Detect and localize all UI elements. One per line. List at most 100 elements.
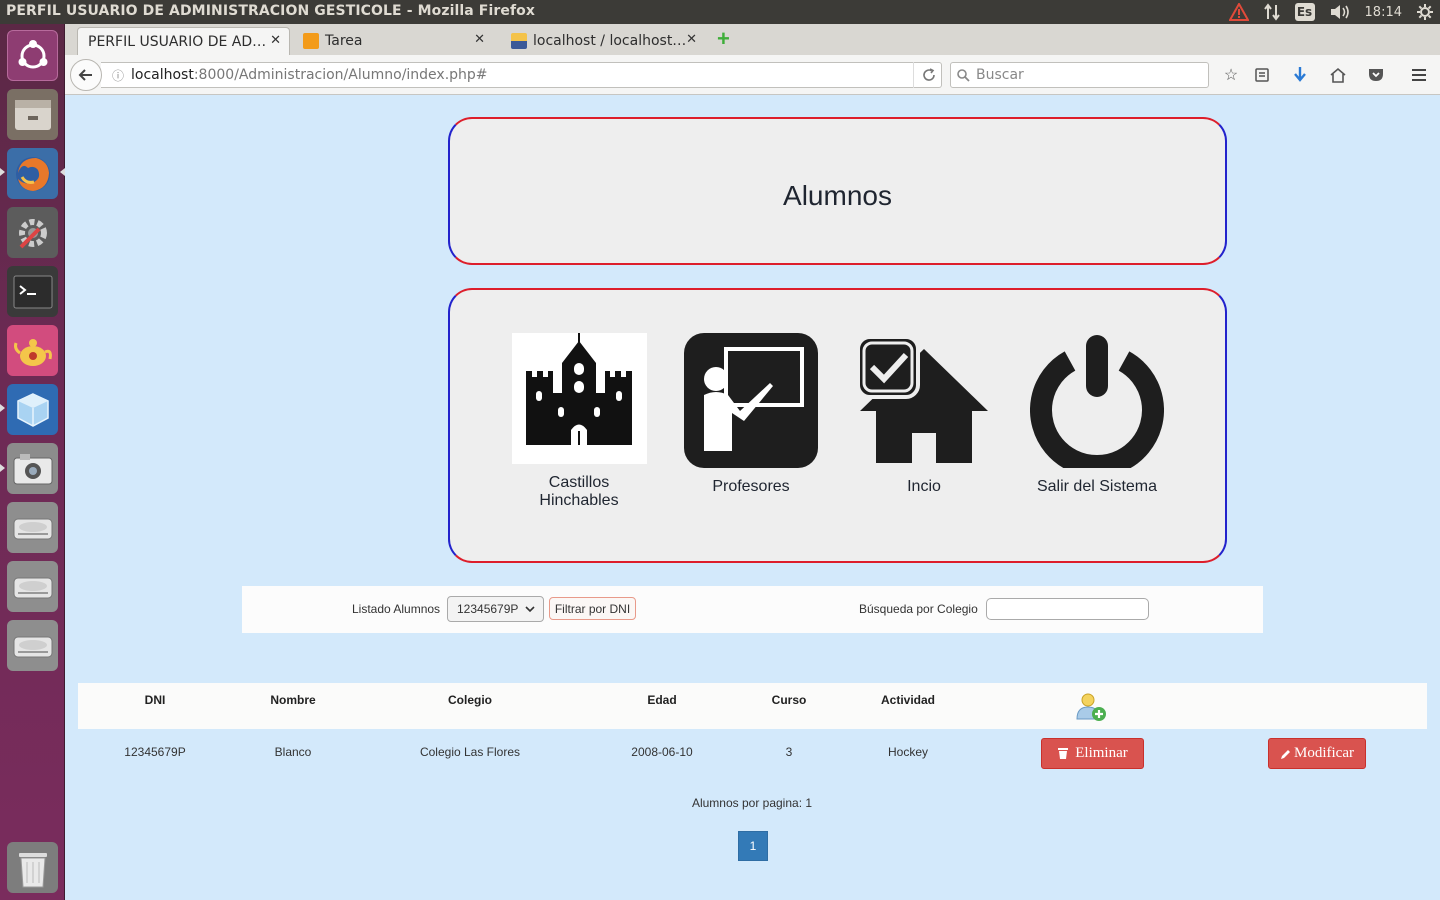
menu-item-label: Salir del Sistema: [1036, 478, 1158, 495]
main-menu-card: Castillos Hinchables Profesores Incio Sa…: [448, 288, 1227, 563]
search-icon: [957, 68, 970, 82]
focus-indicator: [60, 168, 65, 176]
column-header: Edad: [647, 693, 677, 707]
modify-button-label: Modificar: [1294, 745, 1354, 761]
running-indicator: [0, 464, 5, 472]
menu-item-label-line1: Castillos: [548, 474, 610, 491]
url-bar[interactable]: ⓘ localhost:8000/Administracion/Alumno/i…: [101, 62, 942, 88]
trash-icon[interactable]: [7, 842, 58, 893]
network-icon[interactable]: [1263, 0, 1281, 24]
keyboard-layout-indicator[interactable]: Es: [1294, 3, 1315, 21]
drive-icon[interactable]: [7, 620, 58, 671]
warning-icon[interactable]: [1228, 0, 1249, 24]
cell-curso: 3: [785, 745, 793, 759]
home-icon[interactable]: [1326, 63, 1350, 87]
menu-item-salir[interactable]: Salir del Sistema: [1017, 333, 1177, 496]
filter-bar: Listado Alumnos 12345679P Filtrar por DN…: [242, 586, 1263, 633]
castle-icon: [511, 333, 647, 464]
pencil-icon: [1281, 749, 1290, 759]
window-title: PERFIL USUARIO DE ADMINISTRACION GESTICO…: [6, 3, 535, 19]
menu-item-label: Profesores: [712, 478, 790, 495]
drive-icon[interactable]: [7, 561, 58, 612]
moodle-favicon-icon: [303, 33, 319, 49]
search-colegio-label: Búsqueda por Colegio: [859, 602, 978, 616]
bookmarks-list-icon[interactable]: [1250, 63, 1274, 87]
volume-icon[interactable]: [1329, 0, 1351, 24]
ubuntu-dash-icon[interactable]: [7, 30, 58, 81]
system-settings-icon[interactable]: [7, 207, 58, 258]
column-header: Curso: [771, 693, 807, 707]
menu-item-inicio[interactable]: Incio: [844, 333, 1004, 496]
back-button[interactable]: [70, 59, 102, 91]
per-page-label: Alumnos por pagina: 1: [691, 796, 813, 810]
terminal-icon[interactable]: [7, 266, 58, 317]
site-info-icon[interactable]: ⓘ: [105, 67, 131, 84]
top-panel: PERFIL USUARIO DE ADMINISTRACION GESTICO…: [0, 0, 1440, 24]
dni-select[interactable]: 12345679P: [447, 596, 544, 622]
power-icon: [1030, 335, 1164, 468]
screenshot-camera-icon[interactable]: [7, 443, 58, 494]
search-bar[interactable]: Buscar: [950, 62, 1209, 88]
cell-dni: 12345679P: [124, 745, 186, 759]
running-indicator: [0, 168, 5, 176]
tab-label: localhost / localhost…: [533, 33, 687, 49]
drive-icon[interactable]: [7, 502, 58, 553]
url-host: localhost: [131, 67, 194, 83]
cell-colegio: Colegio Las Flores: [419, 745, 521, 759]
pagination-page-1[interactable]: 1: [738, 831, 768, 861]
page-header-card: Alumnos: [448, 117, 1227, 265]
back-arrow-icon: [78, 69, 92, 81]
firefox-icon[interactable]: [7, 148, 58, 199]
system-indicators: Es 18:14: [1228, 0, 1434, 24]
menu-item-label-line2: Hinchables: [539, 492, 619, 509]
files-icon[interactable]: [7, 89, 58, 140]
search-colegio-input[interactable]: [986, 598, 1149, 620]
close-tab-icon[interactable]: ✕: [270, 33, 281, 48]
new-tab-plus-icon[interactable]: +: [717, 28, 730, 50]
add-user-icon[interactable]: [1076, 692, 1108, 725]
running-indicator: [0, 404, 5, 412]
page-title: Alumnos: [783, 180, 892, 211]
delete-button[interactable]: Eliminar: [1041, 738, 1144, 769]
downloads-arrow-icon[interactable]: [1288, 63, 1312, 87]
reload-button[interactable]: [913, 62, 943, 88]
column-header: Colegio: [448, 693, 492, 707]
bookmark-star-icon[interactable]: ☆: [1219, 63, 1243, 87]
browser-tab-bar: PERFIL USUARIO DE AD… ✕ Tarea ✕ localhos…: [65, 24, 1440, 55]
cell-edad: 2008-06-10: [631, 745, 693, 759]
tab-label: Tarea: [325, 33, 363, 49]
menu-item-label: Incio: [907, 478, 941, 495]
table-header: DNI Nombre Colegio Edad Curso Actividad: [78, 683, 1427, 729]
search-placeholder: Buscar: [976, 67, 1024, 83]
cell-actividad: Hockey: [887, 745, 929, 759]
pocket-icon[interactable]: [1364, 63, 1388, 87]
tab-localhost[interactable]: localhost / localhost… ✕: [501, 27, 705, 55]
home-check-icon: [856, 335, 988, 463]
phpmyadmin-favicon-icon: [511, 33, 527, 49]
column-header: Nombre: [270, 693, 316, 707]
reload-icon: [922, 68, 935, 81]
tab-label: PERFIL USUARIO DE AD…: [88, 33, 267, 50]
dni-select-value: 12345679P: [457, 602, 519, 616]
menu-item-castillos[interactable]: Castillos Hinchables: [499, 333, 659, 510]
close-tab-icon[interactable]: ✕: [686, 32, 697, 47]
settings-gear-icon[interactable]: [1416, 0, 1434, 24]
chevron-down-icon: [525, 606, 535, 613]
close-tab-icon[interactable]: ✕: [474, 32, 485, 47]
virtualbox-icon[interactable]: [7, 384, 58, 435]
menu-item-profesores[interactable]: Profesores: [671, 333, 831, 496]
teacher-icon: [684, 333, 818, 468]
column-header: Actividad: [880, 693, 936, 707]
unity-launcher: [0, 24, 65, 900]
teapot-app-icon[interactable]: [7, 325, 58, 376]
tab-tarea[interactable]: Tarea ✕: [293, 27, 493, 55]
filter-by-dni-button[interactable]: Filtrar por DNI: [549, 597, 636, 620]
listado-label: Listado Alumnos: [352, 602, 441, 616]
column-header: DNI: [144, 693, 166, 707]
trash-icon: [1058, 748, 1069, 759]
modify-button[interactable]: Modificar: [1268, 738, 1366, 769]
tab-perfil-usuario[interactable]: PERFIL USUARIO DE AD… ✕: [77, 27, 290, 55]
cell-nombre: Blanco: [274, 745, 312, 759]
clock[interactable]: 18:14: [1365, 0, 1402, 24]
hamburger-menu-icon[interactable]: [1407, 63, 1431, 87]
